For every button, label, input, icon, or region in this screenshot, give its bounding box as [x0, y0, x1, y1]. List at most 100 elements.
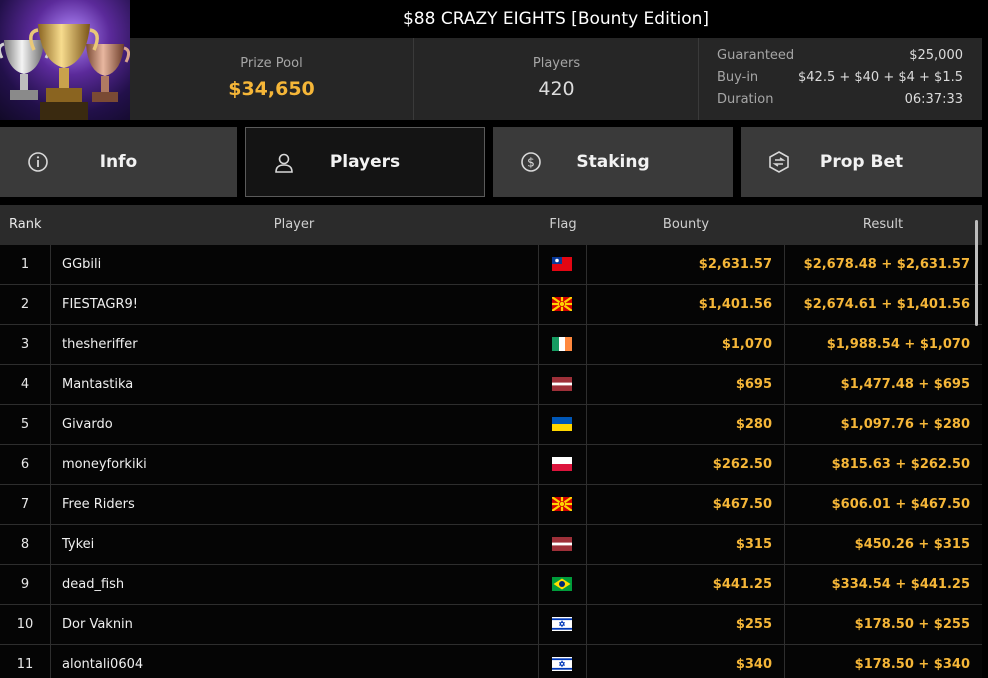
player-name-cell: Tykei — [62, 537, 95, 552]
tab-players[interactable]: Players — [245, 127, 485, 197]
prize-pool-label: Prize Pool — [240, 56, 303, 71]
result-cell: $1,988.54 + $1,070 — [826, 337, 970, 352]
bounty-cell: $255 — [735, 617, 772, 632]
bounty-cell: $340 — [735, 657, 772, 672]
tab-prop-bet[interactable]: Prop Bet — [741, 127, 982, 197]
col-flag[interactable]: Flag — [538, 205, 588, 245]
result-cell: $815.63 + $262.50 — [831, 457, 970, 472]
players-stat: Players 420 — [413, 38, 699, 120]
player-name-cell: moneyforkiki — [62, 457, 147, 472]
column-divider — [586, 245, 587, 678]
player-name-cell: Givardo — [62, 417, 113, 432]
taiwan-flag-icon — [538, 245, 586, 284]
guaranteed-label: Guaranteed — [717, 48, 795, 63]
table-row[interactable]: 3 thesheriffer $1,070 $1,988.54 + $1,070 — [0, 325, 982, 365]
prize-pool-value: $34,650 — [228, 78, 315, 100]
buy-in-label: Buy-in — [717, 70, 759, 85]
tab-info[interactable]: Info — [0, 127, 237, 197]
rank-cell: 10 — [16, 617, 34, 632]
bounty-cell: $1,070 — [721, 337, 772, 352]
col-player[interactable]: Player — [50, 205, 538, 245]
result-cell: $334.54 + $441.25 — [831, 577, 970, 592]
rank-cell: 3 — [20, 337, 30, 352]
table-row[interactable]: 11 alontali0604 $340 $178.50 + $340 — [0, 645, 982, 678]
table-row[interactable]: 7 Free Riders $467.50 $606.01 + $467.50 — [0, 485, 982, 525]
bounty-cell: $280 — [735, 417, 772, 432]
ukraine-flag-icon — [538, 405, 586, 444]
duration-value: 06:37:33 — [904, 92, 963, 107]
latvia-flag-icon — [538, 525, 586, 564]
result-cell: $2,674.61 + $1,401.56 — [803, 297, 970, 312]
result-cell: $2,678.48 + $2,631.57 — [803, 257, 970, 272]
rank-cell: 5 — [20, 417, 30, 432]
table-row[interactable]: 8 Tykei $315 $450.26 + $315 — [0, 525, 982, 565]
col-bounty[interactable]: Bounty — [588, 205, 784, 245]
table-row[interactable]: 2 FIESTAGR9! $1,401.56 $2,674.61 + $1,401.5… — [0, 285, 982, 325]
stats-panel: Prize Pool $34,650 Players 420 Guarantee… — [130, 38, 982, 120]
rank-cell: 7 — [20, 497, 30, 512]
bounty-cell: $315 — [735, 537, 772, 552]
bounty-cell: $2,631.57 — [698, 257, 772, 272]
prize-pool-stat: Prize Pool $34,650 — [130, 38, 413, 120]
rank-cell: 1 — [20, 257, 30, 272]
israel-flag-icon — [538, 645, 586, 678]
duration-row: Duration 06:37:33 — [717, 92, 963, 112]
bounty-cell: $262.50 — [712, 457, 772, 472]
ireland-flag-icon — [538, 325, 586, 364]
table-row[interactable]: 6 moneyforkiki $262.50 $815.63 + $262.50 — [0, 445, 982, 485]
player-name-cell: thesheriffer — [62, 337, 138, 352]
north-macedonia-flag-icon — [538, 285, 586, 324]
north-macedonia-flag-icon — [538, 485, 586, 524]
table-row[interactable]: 10 Dor Vaknin $255 $178.50 + $255 — [0, 605, 982, 645]
table-header: Rank Player Flag Bounty Result — [0, 205, 982, 245]
latvia-flag-icon — [538, 365, 586, 404]
player-name-cell: Free Riders — [62, 497, 135, 512]
bounty-cell: $467.50 — [712, 497, 772, 512]
result-cell: $1,477.48 + $695 — [840, 377, 970, 392]
players-table: Rank Player Flag Bounty Result 1 GGbili $2… — [0, 205, 982, 678]
table-scrollbar[interactable] — [975, 220, 978, 326]
tournament-details: Guaranteed $25,000 Buy-in $42.5 + $40 + … — [698, 38, 983, 120]
rank-cell: 6 — [20, 457, 30, 472]
bounty-cell: $1,401.56 — [698, 297, 772, 312]
lobby-tabs: Info Players $ Staking Prop Bet — [0, 127, 988, 197]
table-row[interactable]: 1 GGbili $2,631.57 $2,678.48 + $2,631.57 — [0, 245, 982, 285]
result-cell: $178.50 + $255 — [854, 617, 970, 632]
tournament-title: $88 CRAZY EIGHTS [Bounty Edition] — [130, 0, 982, 38]
tournament-lobby: $88 CRAZY EIGHTS [Bounty Edition] Prize … — [0, 0, 988, 678]
player-name-cell: Mantastika — [62, 377, 134, 392]
player-name-cell: Dor Vaknin — [62, 617, 133, 632]
rank-cell: 8 — [20, 537, 30, 552]
buy-in-value: $42.5 + $40 + $4 + $1.5 — [798, 70, 963, 85]
brazil-flag-icon — [538, 565, 586, 604]
israel-flag-icon — [538, 605, 586, 644]
result-cell: $606.01 + $467.50 — [831, 497, 970, 512]
table-row[interactable]: 9 dead_fish $441.25 $334.54 + $441.25 — [0, 565, 982, 605]
guaranteed-row: Guaranteed $25,000 — [717, 48, 963, 68]
trophy-banner — [0, 0, 130, 120]
bounty-cell: $695 — [735, 377, 772, 392]
player-name-cell: alontali0604 — [62, 657, 144, 672]
col-result[interactable]: Result — [784, 205, 982, 245]
result-cell: $450.26 + $315 — [854, 537, 970, 552]
column-divider — [538, 245, 539, 678]
duration-label: Duration — [717, 92, 774, 107]
rank-cell: 2 — [20, 297, 30, 312]
rank-cell: 4 — [20, 377, 30, 392]
players-value: 420 — [538, 78, 575, 100]
poland-flag-icon — [538, 445, 586, 484]
player-name-cell: FIESTAGR9! — [62, 297, 138, 312]
tab-info-label: Info — [99, 152, 138, 172]
tab-staking[interactable]: $ Staking — [493, 127, 733, 197]
players-label: Players — [532, 56, 581, 71]
table-row[interactable]: 5 Givardo $280 $1,097.76 + $280 — [0, 405, 982, 445]
tab-players-label: Players — [329, 152, 401, 172]
rank-cell: 11 — [16, 657, 34, 672]
column-divider — [50, 245, 51, 678]
player-name-cell: GGbili — [62, 257, 102, 272]
result-cell: $178.50 + $340 — [854, 657, 970, 672]
result-cell: $1,097.76 + $280 — [840, 417, 970, 432]
table-row[interactable]: 4 Mantastika $695 $1,477.48 + $695 — [0, 365, 982, 405]
rank-cell: 9 — [20, 577, 30, 592]
tab-staking-label: Staking — [576, 152, 650, 172]
